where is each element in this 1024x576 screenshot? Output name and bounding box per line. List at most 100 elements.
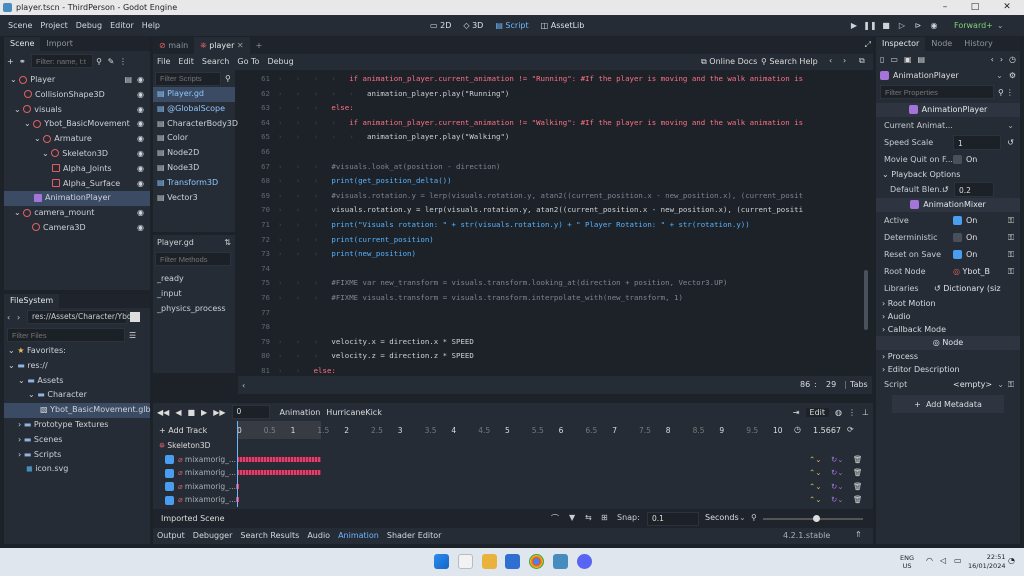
tab-scene[interactable]: Scene (4, 37, 41, 51)
more-icon[interactable]: ⋮ (1006, 88, 1014, 97)
interpolation-icon[interactable]: ⌃⌄ (809, 493, 822, 507)
speed-scale-field[interactable]: 1 (953, 135, 1001, 150)
play-from-start-icon[interactable]: ▶▶ (213, 408, 225, 417)
zoom-slider-handle[interactable] (813, 515, 820, 522)
visibility-eye-icon[interactable]: ◉ (137, 103, 144, 118)
loop-wrap-icon[interactable]: ↻⌄ (831, 466, 844, 480)
visibility-eye-icon[interactable]: ◉ (137, 117, 144, 132)
tab-history[interactable]: History (958, 37, 998, 51)
close-tab-icon[interactable]: ✕ (237, 41, 244, 50)
delete-track-icon[interactable]: 🗑 (853, 493, 863, 507)
visibility-eye-icon[interactable]: ◉ (137, 73, 144, 88)
volume-icon[interactable]: ◁ (940, 556, 946, 565)
visual-studio-icon[interactable] (505, 554, 520, 569)
bottom-tab-debugger[interactable]: Debugger (189, 528, 237, 544)
script-menu-goto[interactable]: Go To (233, 54, 263, 70)
group-audio[interactable]: › Audio (876, 310, 1020, 323)
revert-icon[interactable]: ↺ (1007, 134, 1014, 151)
code-line[interactable]: 72 › › › print(current_position) (238, 233, 872, 248)
delete-track-icon[interactable]: 🗑 (853, 466, 863, 480)
fs-favorites[interactable]: ⌄ ★ Favorites: (4, 344, 150, 359)
animation-track[interactable]: ⌀ mixamorig_... ⌃⌄ ↻⌄ 🗑 (153, 466, 873, 480)
script-filter-input[interactable] (155, 71, 221, 86)
method-item[interactable]: _physics_process (153, 302, 235, 317)
reset-on-save-checkbox[interactable]: On (953, 247, 977, 262)
more-icon[interactable]: ⋮ (848, 408, 856, 417)
stop-icon[interactable]: ■ (878, 15, 894, 36)
prop-current-animation[interactable]: Current Animat... ⌄ (876, 117, 1020, 134)
code-line[interactable]: 79 › › › velocity.x = direction.x * SPEED (238, 335, 872, 350)
script-icon[interactable]: ✎ (105, 57, 117, 66)
pin-icon[interactable]: ⊥ (862, 408, 869, 417)
delete-track-icon[interactable]: 🗑 (853, 453, 863, 467)
tree-node-player[interactable]: ⌄ Player ▤ ◉ (4, 73, 150, 88)
tree-node-skeleton3d[interactable]: ⌄ Skeleton3D ◉ (4, 147, 150, 162)
keyframe-icon[interactable]: ⚿ (1008, 263, 1014, 280)
track-enabled-checkbox[interactable] (165, 468, 174, 478)
code-line[interactable]: 66 (238, 145, 872, 160)
group-editor-description[interactable]: › Editor Description (876, 363, 1020, 376)
split-mode-icon[interactable] (130, 312, 140, 322)
code-line[interactable]: 64 › › › › if animation_player.current_an… (238, 116, 872, 131)
close-window-button[interactable]: ✕ (992, 0, 1022, 15)
tree-node-ybot[interactable]: ⌄ Ybot_BasicMovement ◉ (4, 117, 150, 132)
section-animationmixer[interactable]: AnimationMixer (876, 198, 1020, 212)
workspace-2d[interactable]: ▭ 2D (424, 15, 457, 36)
tree-node-alpha-joints[interactable]: Alpha_Joints ◉ (4, 162, 150, 177)
script-item-characterbody3d[interactable]: ▤ CharacterBody3D (153, 117, 238, 132)
toggle-scripts-icon[interactable]: ‹ (242, 381, 245, 390)
search-icon[interactable] (458, 554, 473, 569)
snap-field[interactable]: 0.1 (647, 512, 699, 526)
track-keyframes[interactable] (237, 456, 321, 462)
keyframe-icon[interactable]: ⚿ (1008, 376, 1014, 393)
language-indicator[interactable]: ENG US (900, 554, 914, 570)
more-icon[interactable]: ⋮ (117, 57, 129, 66)
online-docs-link[interactable]: ⧉ Online Docs (701, 57, 757, 67)
sort-icon[interactable]: ⇅ (224, 238, 231, 247)
snap-icon[interactable]: ⊞ (601, 513, 608, 522)
playhead[interactable] (237, 421, 238, 507)
deterministic-checkbox[interactable]: On (953, 230, 977, 245)
visibility-eye-icon[interactable]: ◉ (137, 177, 144, 192)
bezier-icon[interactable]: ⌒ (551, 513, 559, 524)
filesystem-filter-input[interactable] (7, 328, 125, 342)
file-explorer-icon[interactable] (482, 554, 497, 569)
code-line[interactable]: 75 › › › #FIXME var new_transform = visua… (238, 276, 872, 291)
code-editor[interactable]: 61 › › › › if animation_player.current_an… (238, 72, 872, 374)
code-line[interactable]: 73 › › › print(new_position) (238, 247, 872, 262)
search-help-link[interactable]: ⚲ Search Help (761, 57, 818, 66)
track-enabled-checkbox[interactable] (165, 455, 174, 464)
save-icon[interactable]: ▣ (904, 55, 912, 64)
code-line[interactable]: 65 › › › › › animation_player.play("Walki… (238, 130, 872, 145)
expand-panel-icon[interactable]: ⇑ (855, 530, 862, 539)
bottom-tab-audio[interactable]: Audio (303, 528, 334, 544)
float-window-icon[interactable]: ⧉ (859, 56, 865, 66)
movie-quit-checkbox[interactable]: On (953, 152, 977, 167)
scene-filter-input[interactable] (31, 54, 93, 68)
renderer-select[interactable]: Forward+ (954, 15, 993, 36)
animation-track[interactable]: ⌀ mixamorig_... ⌃⌄ ↻⌄ 🗑 (153, 453, 873, 467)
visibility-eye-icon[interactable]: ◉ (137, 162, 144, 177)
group-process[interactable]: › Process (876, 350, 1020, 363)
delete-track-icon[interactable]: 🗑 (853, 480, 863, 494)
script-item-player[interactable]: ▤ Player.gd (153, 87, 235, 102)
add-metadata-button[interactable]: + Add Metadata (892, 395, 1004, 413)
menu-editor[interactable]: Editor (106, 15, 138, 36)
autoplay-icon[interactable]: ⇥ (793, 408, 800, 417)
minimize-button[interactable]: – (930, 0, 960, 15)
script-item-node3d[interactable]: ▤ Node3D (153, 161, 235, 176)
code-line[interactable]: 70 › › › visuals.rotation.y = lerp(visual… (238, 203, 872, 218)
code-line[interactable]: 78 (238, 320, 872, 335)
fs-character[interactable]: ⌄ ▬ Character (4, 388, 150, 403)
indent-mode[interactable]: Tabs (850, 380, 868, 389)
notification-bell-icon[interactable]: ◔ (1008, 556, 1015, 565)
code-line[interactable]: 81 › › else: (238, 364, 872, 374)
fs-scenes[interactable]: › ▬ Scenes (4, 433, 150, 448)
interpolation-icon[interactable]: ⌃⌄ (809, 466, 822, 480)
tab-main[interactable]: ⊘ main (153, 37, 194, 54)
inspector-node-row[interactable]: AnimationPlayer ⌄ ⚙ (876, 67, 1020, 83)
animation-track[interactable]: ⌀ mixamorig_... ⌃⌄ ↻⌄ 🗑 (153, 493, 873, 507)
prev-script-icon[interactable]: ‹ (829, 56, 832, 65)
link-icon[interactable]: ⚭ (19, 57, 31, 66)
snap-unit-select[interactable]: Seconds (705, 513, 739, 522)
